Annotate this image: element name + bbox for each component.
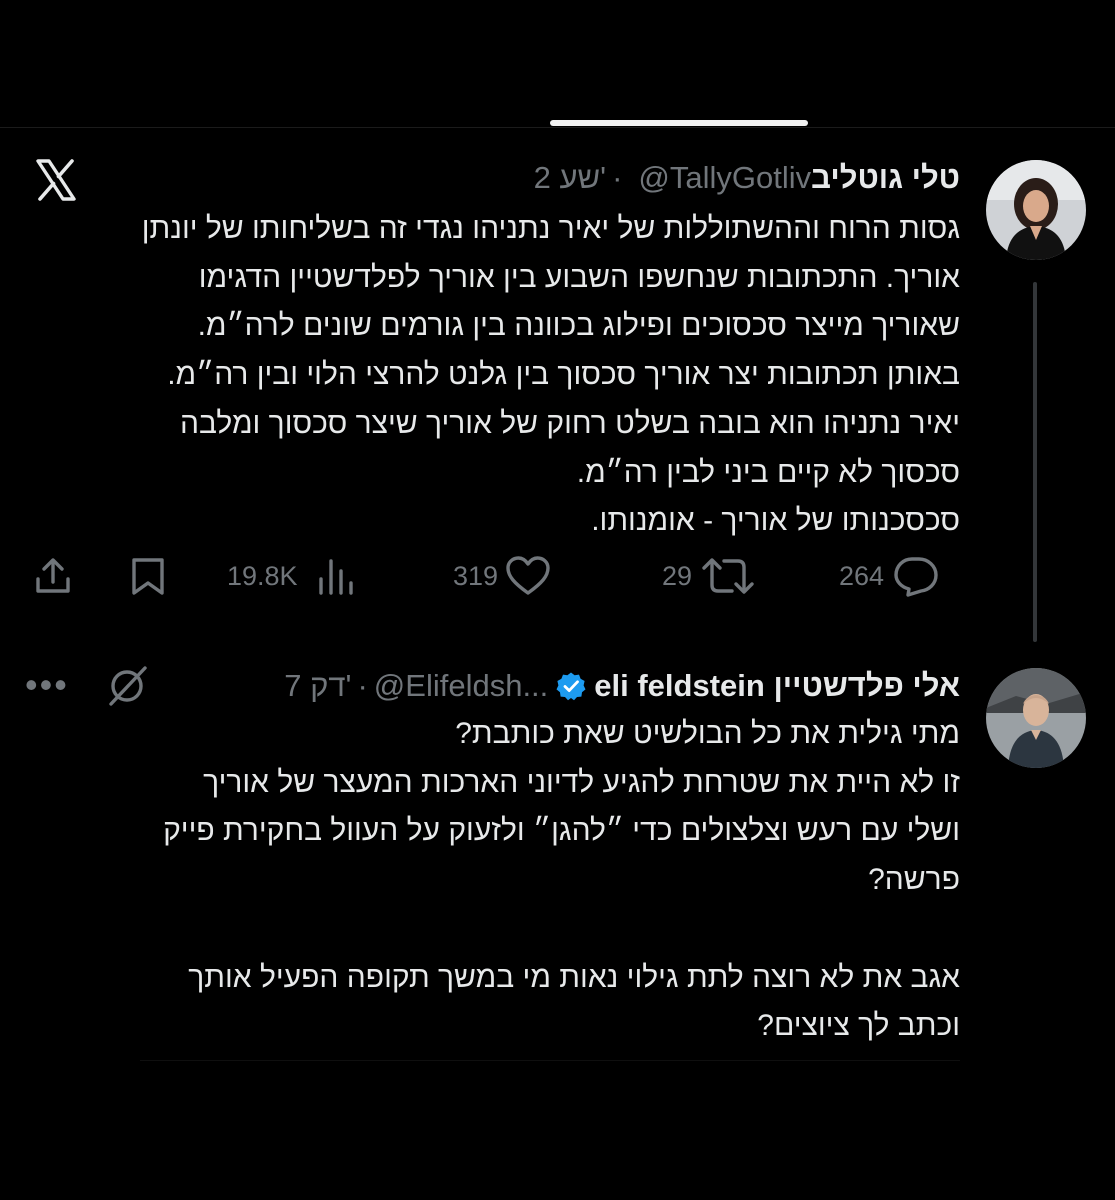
- author-name[interactable]: טלי גוטליב: [811, 160, 960, 196]
- tweet-body-line: אגב את לא רוצה לתת גילוי נאות מי במשך תק…: [188, 960, 960, 994]
- tweet-time[interactable]: 7 דק': [284, 668, 351, 704]
- repost-icon: [702, 558, 754, 594]
- separator-dot: ·: [612, 160, 623, 195]
- tweet-body: מתי גילית את כל הבולשיט שאת כותבת? זו לא…: [25, 710, 960, 1051]
- tweet-body-line: סכסכנותו של אוריך - אומנותו.: [591, 504, 960, 538]
- sheet-top-divider: [0, 127, 1115, 128]
- tweet-body-line: ושלי עם רעש וצלצולים כדי ״להגן״ ולזעוק ע…: [163, 814, 960, 848]
- avatar[interactable]: [986, 668, 1086, 768]
- tweet-actions: 19.8K 319 29 264: [0, 551, 1115, 601]
- tweet-body-line: פרשה?: [868, 863, 960, 897]
- share-icon: [36, 558, 70, 593]
- reply-count: 264: [839, 560, 885, 591]
- views-icon: [318, 559, 353, 595]
- avatar[interactable]: [986, 160, 1086, 260]
- bottom-divider: [140, 1060, 960, 1061]
- tweet-body-line: באותן תכתובות יצר אוריך סכסוך בין גלנט ל…: [167, 358, 960, 392]
- x-logo-icon[interactable]: [34, 158, 78, 202]
- author-handle[interactable]: @Elifeldsh...: [374, 668, 548, 704]
- tweet-body-line: מתי גילית את כל הבולשיט שאת כותבת?: [455, 717, 960, 750]
- bookmark-icon: [132, 558, 164, 595]
- sheet-drag-handle[interactable]: [550, 120, 808, 126]
- repost-button[interactable]: 29: [662, 551, 756, 601]
- like-button[interactable]: 319: [453, 551, 552, 601]
- more-options-icon[interactable]: •••: [25, 667, 75, 703]
- reply-icon: [894, 557, 938, 597]
- tweet-body-line: יאיר נתניהו הוא בובה בשלט רחוק של אוריך …: [179, 406, 960, 440]
- bookmark-button[interactable]: [128, 551, 168, 601]
- tweet-body-line: אוריך. התכתובות שנחשפו השבוע בין אוריך ל…: [198, 260, 960, 294]
- like-count: 319: [453, 560, 499, 591]
- tweet-body-blank-line: [25, 905, 960, 954]
- reply-button[interactable]: 264: [839, 551, 940, 601]
- views-count: 19.8K: [227, 560, 298, 591]
- views-button[interactable]: 19.8K: [227, 551, 356, 601]
- author-handle[interactable]: @TallyGotliv: [638, 160, 811, 196]
- tweet-header: טלי גוטליב @TallyGotliv · 2 שע': [534, 156, 960, 200]
- tweet-body-line: שאוריך מייצר סכסוכים ופילוג בכוונה בין ג…: [197, 309, 960, 343]
- tweet-body-line: זו לא היית את שטרחת להגיע לדיוני הארכות …: [203, 765, 960, 799]
- grok-icon[interactable]: [105, 664, 151, 713]
- tweet-body-line: סכסוך לא קיים ביני לבין רה״מ.: [576, 455, 960, 489]
- repost-count: 29: [662, 560, 693, 591]
- author-name[interactable]: eli feldstein אלי פלדשטיין: [594, 668, 960, 704]
- share-button[interactable]: [32, 551, 74, 601]
- tweet-header: eli feldstein אלי פלדשטיין @Elifeldsh...…: [284, 664, 960, 708]
- tweet-body-line: גסות הרוח וההשתוללות של יאיר נתניהו נגדי…: [141, 212, 960, 245]
- tweet-body: גסות הרוח וההשתוללות של יאיר נתניהו נגדי…: [25, 205, 960, 546]
- tweet-time[interactable]: 2 שע': [534, 160, 606, 196]
- tweet-body-line: וכתב לך ציוצים?: [757, 1009, 960, 1043]
- heart-icon: [506, 556, 550, 595]
- verified-badge-icon: [556, 671, 586, 701]
- separator-dot: ·: [357, 668, 368, 703]
